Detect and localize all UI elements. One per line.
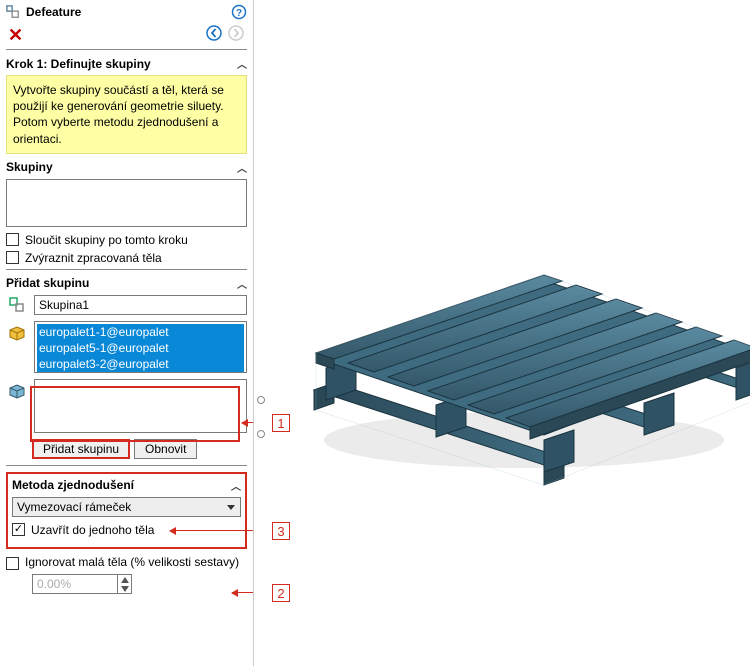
method-section: Metoda zjednodušení ︿ Vymezovací rámeček… [6, 472, 247, 549]
refresh-button[interactable]: Obnovit [134, 439, 197, 459]
simplification-method-select[interactable]: Vymezovací rámeček [12, 497, 241, 517]
components-selection-list[interactable]: europalet1-1@europaleteuropalet5-1@europ… [34, 321, 247, 373]
spinner-down[interactable] [118, 584, 131, 593]
step-title: Krok 1: Definujte skupiny [6, 57, 151, 71]
panel-title: Defeature [26, 5, 81, 19]
selection-item[interactable]: europalet3-2@europalet [37, 356, 244, 372]
close-into-one-body-checkbox[interactable] [12, 523, 25, 536]
excluded-icon [6, 381, 28, 401]
selection-item[interactable]: europalet5-1@europalet [37, 340, 244, 356]
group-name-icon [6, 296, 28, 314]
chevron-up-icon[interactable]: ︿ [237, 56, 247, 71]
info-box: Vytvořte skupiny součástí a těl, která s… [6, 75, 247, 154]
ignore-small-bodies-checkbox[interactable] [6, 557, 19, 570]
step-header: Krok 1: Definujte skupiny ︿ [6, 56, 247, 71]
nav-back-button[interactable] [205, 24, 223, 45]
method-header: Metoda zjednodušení [12, 478, 134, 492]
merge-groups-label: Sloučit skupiny po tomto kroku [25, 233, 188, 247]
group-name-input[interactable] [34, 295, 247, 315]
nav-forward-button [227, 24, 245, 45]
close-icon[interactable]: ✕ [6, 26, 23, 44]
merge-groups-checkbox[interactable] [6, 233, 19, 246]
panel-header: Defeature ? [6, 4, 247, 22]
highlight-bodies-label: Zvýraznit zpracovaná těla [25, 251, 162, 265]
selection-item[interactable]: europalet1-1@europalet [37, 324, 244, 340]
groups-listbox[interactable] [6, 179, 247, 227]
callout-2: 2 [272, 584, 290, 602]
callout-3: 3 [272, 522, 290, 540]
viewport-3d[interactable]: 1 3 2 [254, 0, 750, 666]
chevron-up-icon[interactable]: ︿ [231, 478, 241, 493]
chevron-up-icon[interactable]: ︿ [237, 160, 247, 175]
excluded-bodies-list[interactable] [34, 379, 247, 433]
pallet-render [254, 60, 750, 500]
groups-header: Skupiny ︿ [6, 160, 247, 175]
property-panel: Defeature ? ✕ Krok 1: Definujte skupiny … [0, 0, 254, 666]
highlight-bodies-checkbox[interactable] [6, 251, 19, 264]
add-group-button[interactable]: Přidat skupinu [32, 439, 130, 459]
add-group-header: Přidat skupinu ︿ [6, 276, 247, 291]
svg-text:?: ? [236, 8, 242, 19]
chevron-up-icon[interactable]: ︿ [237, 276, 247, 291]
spinner-up[interactable] [118, 575, 131, 584]
help-icon[interactable]: ? [231, 4, 247, 20]
ignore-percent-input[interactable]: 0.00% [32, 574, 132, 594]
ignore-small-label: Ignorovat malá těla (% velikosti sestavy… [25, 555, 239, 571]
defeature-icon [6, 5, 20, 19]
components-icon [6, 323, 28, 343]
close-body-label: Uzavřít do jednoho těla [31, 523, 154, 537]
